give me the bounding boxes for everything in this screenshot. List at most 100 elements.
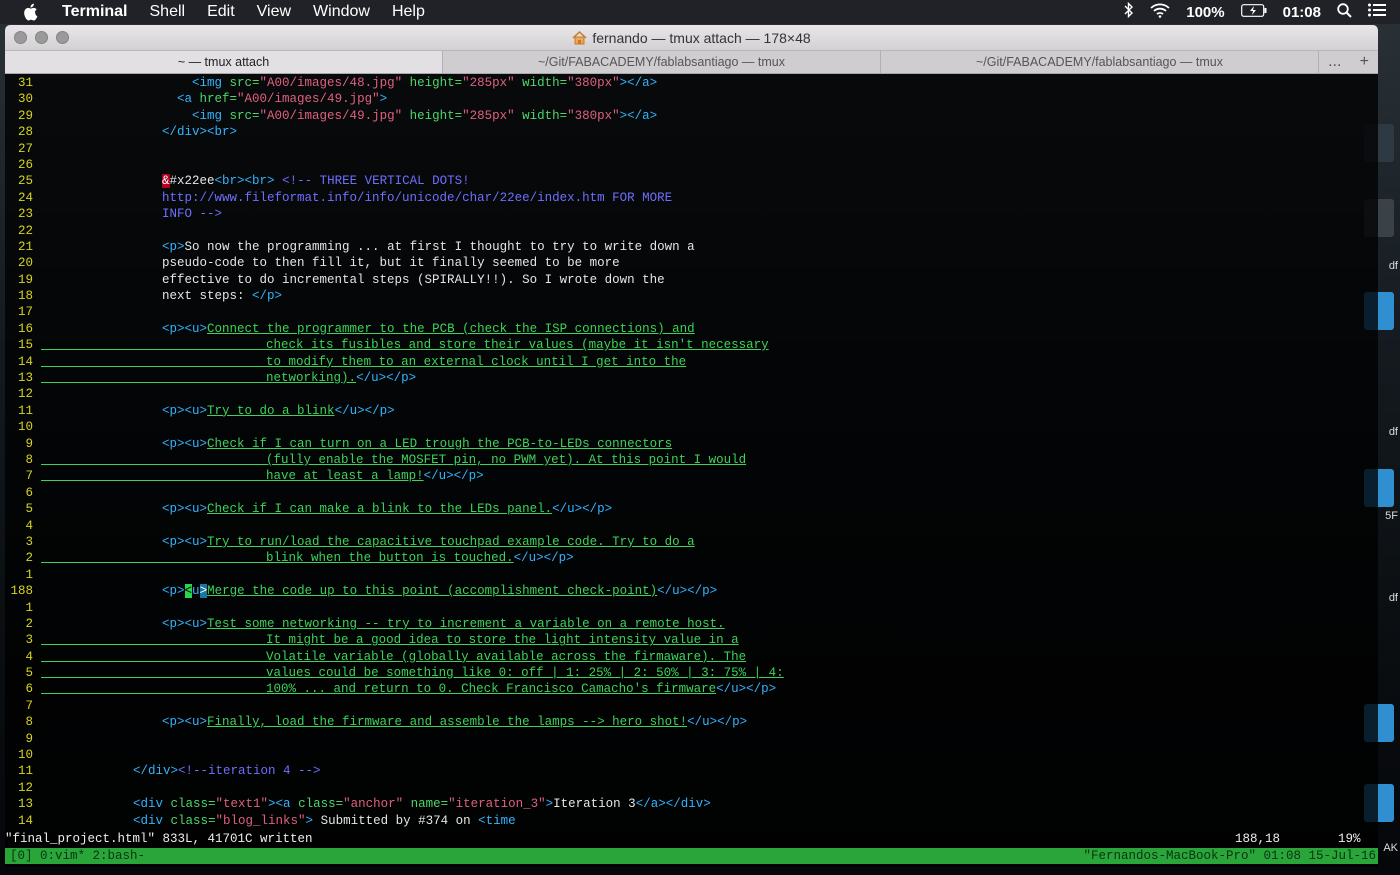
wifi-icon[interactable]	[1150, 3, 1170, 22]
editor-line[interactable]: 28 </div><br>	[5, 124, 1378, 140]
editor-line[interactable]: 16 <p><u>Connect the programmer to the P…	[5, 321, 1378, 337]
code-token: Test some networking -- try to increment…	[207, 616, 725, 631]
zoom-button[interactable]	[56, 31, 69, 44]
code-token: check its fusibles and store their value…	[266, 338, 769, 353]
editor-line[interactable]: 27	[5, 141, 1378, 157]
line-number: 17	[17, 305, 33, 320]
menu-help[interactable]: Help	[392, 3, 425, 21]
tab-overflow-button[interactable]: ...	[1328, 53, 1341, 71]
title-bar[interactable]: fernando — tmux attach — 178×48	[5, 25, 1378, 50]
editor-line[interactable]: 25 &#x22ee<br><br> <!-- THREE VERTICAL D…	[5, 173, 1378, 189]
editor-line[interactable]: 23 INFO -->	[5, 206, 1378, 222]
spotlight-search-icon[interactable]	[1337, 2, 1352, 22]
bluetooth-icon[interactable]	[1124, 1, 1134, 22]
tmux-host-time: "Fernandos-MacBook-Pro" 01:08 15-Jul-16	[1083, 849, 1376, 863]
line-number: 9	[25, 436, 33, 451]
editor-line[interactable]: 188 <p><u>Merge the code up to this poin…	[5, 583, 1378, 599]
code-token: Try to run/load the capacitive touchpad …	[207, 534, 695, 549]
code-token: class=	[298, 797, 344, 812]
editor-line[interactable]: 1	[5, 567, 1378, 583]
editor-line[interactable]: 18 next steps: </p>	[5, 288, 1378, 304]
editor-line[interactable]: 9 <p><u>Check if I can turn on a LED tro…	[5, 436, 1378, 452]
editor-line[interactable]: 6	[5, 485, 1378, 501]
clock[interactable]: 01:08	[1283, 4, 1321, 21]
terminal-content[interactable]: 31 <img src="A00/images/48.jpg" height="…	[5, 75, 1378, 867]
code-token: width=	[522, 76, 568, 90]
editor-line[interactable]: 15 check its fusibles and store their va…	[5, 337, 1378, 353]
editor-line[interactable]: 5 <p><u>Check if I can make a blink to t…	[5, 501, 1378, 517]
editor-line[interactable]: 10	[5, 419, 1378, 435]
editor-line[interactable]: 8 (fully enable the MOSFET pin, no PWM y…	[5, 452, 1378, 468]
tmux-windows[interactable]: [0] 0:vim* 2:bash-	[10, 848, 145, 864]
editor-line[interactable]: 26	[5, 157, 1378, 173]
vim-buffer[interactable]: 31 <img src="A00/images/48.jpg" height="…	[5, 75, 1378, 829]
editor-line[interactable]: 13 networking).</u></p>	[5, 370, 1378, 386]
editor-line[interactable]: 20 pseudo-code to then fill it, but it f…	[5, 255, 1378, 271]
code-token: effective to do incremental steps (SPIRA…	[162, 272, 665, 287]
editor-line[interactable]: 29 <img src="A00/images/49.jpg" height="…	[5, 108, 1378, 124]
tab-tmux-attach[interactable]: ~ — tmux attach	[5, 51, 442, 73]
line-number: 3	[25, 534, 33, 549]
line-number: 5	[25, 666, 33, 681]
editor-line[interactable]: 1	[5, 600, 1378, 616]
minimize-button[interactable]	[35, 31, 48, 44]
line-number: 11	[17, 403, 33, 418]
editor-line[interactable]: 17	[5, 304, 1378, 320]
editor-line[interactable]: 9	[5, 731, 1378, 747]
line-number: 29	[17, 108, 33, 123]
menu-edit[interactable]: Edit	[207, 3, 235, 21]
editor-line[interactable]: 14 <div class="blog_links"> Submitted by …	[5, 813, 1378, 829]
editor-line[interactable]: 21 <p>So now the programming ... at firs…	[5, 239, 1378, 255]
editor-line[interactable]: 31 <img src="A00/images/48.jpg" height="…	[5, 75, 1378, 91]
battery-icon[interactable]	[1240, 3, 1267, 21]
code-token: </div><br>	[162, 125, 238, 140]
editor-line[interactable]: 3 <p><u>Try to run/load the capacitive t…	[5, 534, 1378, 550]
editor-line[interactable]: 7	[5, 698, 1378, 714]
code-token: ><a	[268, 797, 299, 812]
desktop-file-label: 5F	[1385, 510, 1398, 522]
apple-icon[interactable]	[22, 3, 40, 21]
code-token: <img	[192, 108, 230, 123]
editor-line[interactable]: 2 blink when the button is touched.</u><…	[5, 550, 1378, 566]
line-number: 14	[17, 354, 33, 369]
line-number: 7	[25, 469, 33, 484]
editor-line[interactable]: 14 to modify them to an external clock u…	[5, 354, 1378, 370]
menu-window[interactable]: Window	[313, 3, 370, 21]
editor-line[interactable]: 5 values could be something like 0: off …	[5, 665, 1378, 681]
editor-line[interactable]: 24 http://www.fileformat.info/info/unico…	[5, 190, 1378, 206]
code-token: height=	[409, 108, 463, 123]
code-token: #x22ee	[169, 174, 215, 189]
code-token: <br><br>	[214, 174, 275, 189]
editor-line[interactable]: 12	[5, 386, 1378, 402]
menu-view[interactable]: View	[257, 3, 291, 21]
tab-bar: ~ — tmux attach ~/Git/FABACADEMY/fablabs…	[5, 50, 1378, 74]
close-button[interactable]	[14, 31, 27, 44]
editor-line[interactable]: 10	[5, 747, 1378, 763]
editor-line[interactable]: 22	[5, 223, 1378, 239]
notification-center-icon[interactable]	[1368, 3, 1386, 21]
editor-line[interactable]: 13 <div class="text1"><a class="anchor" n…	[5, 796, 1378, 812]
tab-fablabsantiago-1[interactable]: ~/Git/FABACADEMY/fablabsantiago — tmux	[442, 51, 880, 73]
editor-line[interactable]: 30 <a href="A00/images/49.jpg">	[5, 91, 1378, 107]
editor-line[interactable]: 4 Volatile variable (globally available …	[5, 649, 1378, 665]
code-token: </u></p>	[423, 469, 484, 484]
editor-line[interactable]: 19 effective to do incremental steps (SP…	[5, 272, 1378, 288]
code-token: Iteration 3	[553, 797, 636, 812]
line-code: values could be something like 0: off | …	[41, 665, 784, 681]
editor-line[interactable]: 8 <p><u>Finally, load the firmware and a…	[5, 714, 1378, 730]
tmux-status-bar: [0] 0:vim* 2:bash- "Fernandos-MacBook-Pro…	[5, 848, 1378, 864]
editor-line[interactable]: 4	[5, 518, 1378, 534]
editor-line[interactable]: 11 </div><!--iteration 4 -->	[5, 763, 1378, 779]
new-tab-button[interactable]: +	[1360, 53, 1369, 71]
tab-fablabsantiago-2[interactable]: ~/Git/FABACADEMY/fablabsantiago — tmux	[880, 51, 1318, 73]
code-token: Check if I can turn on a LED trough the …	[207, 436, 673, 451]
menu-shell[interactable]: Shell	[150, 3, 186, 21]
menu-app-terminal[interactable]: Terminal	[62, 3, 128, 21]
editor-line[interactable]: 3 It might be a good idea to store the l…	[5, 632, 1378, 648]
editor-line[interactable]: 2 <p><u>Test some networking -- try to i…	[5, 616, 1378, 632]
editor-line[interactable]: 11 <p><u>Try to do a blink</u></p>	[5, 403, 1378, 419]
editor-line[interactable]: 12	[5, 780, 1378, 796]
editor-line[interactable]: 7 have at least a lamp!</u></p>	[5, 468, 1378, 484]
editor-line[interactable]: 6 100% ... and return to 0. Check Franci…	[5, 681, 1378, 697]
